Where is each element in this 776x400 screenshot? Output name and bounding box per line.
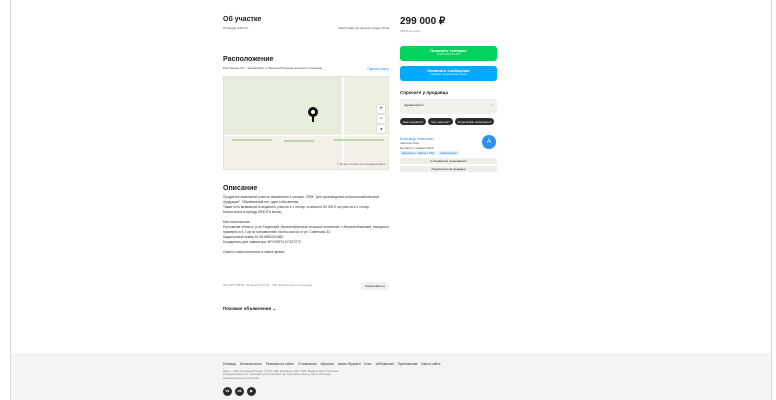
footer-link[interactable]: Помощь <box>223 362 236 366</box>
social-links: vk ok ▶ <box>223 387 256 396</box>
about-title: Об участке <box>223 16 262 23</box>
footer-link[interactable]: Реклама на сайте <box>266 362 294 366</box>
address-text: Ростовская обл., Тацинский р-н, Верхнеоб… <box>223 66 323 70</box>
ad-info: № 1239778879 · 25 августа 10:52 · 188 пр… <box>223 283 313 288</box>
page-frame <box>10 0 772 400</box>
map-field <box>224 76 341 134</box>
show-phone-button[interactable]: Показать телефон 8 9XX XXX-XX-XX <box>400 46 497 61</box>
footer-link[interactable]: Карта сайта <box>422 362 441 366</box>
distance-param: Расстояние до центра города: 33 км <box>338 26 389 30</box>
location-header: Ростовская обл., Тацинский р-н, Верхнеоб… <box>223 66 389 71</box>
subscribe-button[interactable]: Подписаться на продавца <box>400 166 497 172</box>
about-params: Площадь: 445 сот. Расстояние до центра г… <box>223 26 389 31</box>
quick-question-chip[interactable]: Когда можно посмотреть? <box>454 118 495 125</box>
seller-badge: Самозанятый <box>438 151 459 155</box>
youtube-icon[interactable]: ▶ <box>247 387 256 396</box>
footer-link[interactable]: #яПомогаю <box>376 362 394 366</box>
desc-paragraph: Осмотр самостоятельно в любое время. <box>223 249 286 254</box>
footer-link[interactable]: О компании <box>298 362 317 366</box>
seller-ads-button[interactable]: 4 объявления пользователя <box>400 158 497 164</box>
seller-badges: Документы · 2000 м + 5 Бо Самозанятый <box>400 151 498 155</box>
quick-questions: Ещё продаёте? Торг уместен? Когда можно … <box>400 118 498 125</box>
price: 299 000 ₽ <box>400 16 446 27</box>
map-greenery <box>284 139 314 142</box>
response-time: Отвечает за несколько часов <box>430 73 467 76</box>
map[interactable]: + − ◂ © Яндекс Условия использования Кар… <box>223 75 389 170</box>
map-greenery <box>334 138 384 141</box>
main-column: Об участке Площадь: 445 сот. Расстояние … <box>223 16 389 312</box>
clear-icon[interactable]: × <box>491 102 493 107</box>
desc-paragraph: Ростовская область, р-он Тацинский, Верх… <box>223 224 389 229</box>
footer: Помощь Безопасность Реклама на сайте О к… <box>11 353 771 400</box>
ask-input-text: Здравствуйте! <box>404 103 424 107</box>
footer-link[interactable]: Безопасность <box>240 362 262 366</box>
map-attribution[interactable]: © Яндекс Условия использования Карты <box>337 163 386 166</box>
map-road <box>342 76 344 169</box>
area-param: Площадь: 445 сот. <box>223 26 249 30</box>
map-pin-tail <box>312 115 314 122</box>
similar-ads-toggle[interactable]: Похожие объявления ⌄ <box>223 306 389 312</box>
zoom-in-button[interactable]: + <box>377 104 385 113</box>
desc-paragraph: Продаётся земельный участок назначения 4… <box>223 194 380 204</box>
locate-icon[interactable]: ◂ <box>377 124 385 133</box>
map-greenery <box>232 138 272 141</box>
about-section: Об участке Площадь: 445 сот. Расстояние … <box>223 16 389 56</box>
description-section: Описание Продаётся земельный участок наз… <box>223 185 389 255</box>
footer-link[interactable]: Приложение <box>398 362 418 366</box>
avatar[interactable]: А <box>482 135 496 149</box>
location-title: Расположение <box>223 56 274 63</box>
quick-question-chip[interactable]: Торг уместен? <box>428 118 453 125</box>
quick-question-chip[interactable]: Ещё продаёте? <box>400 118 427 125</box>
vk-icon[interactable]: vk <box>223 387 232 396</box>
footer-link[interactable]: Карьера <box>321 362 334 366</box>
complain-button[interactable]: Пожаловаться <box>360 281 389 290</box>
zoom-out-button[interactable]: − <box>377 114 385 123</box>
hide-map-link[interactable]: Скрыть карту <box>367 67 389 71</box>
description-title: Описание <box>223 184 258 192</box>
sidebar: 299 000 ₽ 759 ₽ за сотку Показать телефо… <box>400 16 497 172</box>
desc-paragraph: Также есть возможность выделить участок … <box>223 204 370 209</box>
seller-badge: Документы · 2000 м + 5 Бо <box>400 151 437 155</box>
price-per-unit: 759 ₽ за сотку <box>400 29 420 33</box>
footer-link[interactable]: Блог <box>364 362 371 366</box>
location-section: Расположение Ростовская обл., Тацинский … <box>223 56 389 170</box>
seller-card: Александр Евгеньевич Частное лицо На Ави… <box>400 135 498 155</box>
ok-icon[interactable]: ok <box>235 387 244 396</box>
ask-seller-input[interactable]: Здравствуйте! × <box>400 99 497 114</box>
write-message-button[interactable]: Написать сообщение Отвечает за несколько… <box>400 66 497 81</box>
ask-seller-title: Спросите у продавца <box>400 90 448 95</box>
footer-link[interactable]: Авито Журнал <box>338 362 361 366</box>
footer-links: Помощь Безопасность Реклама на сайте О к… <box>223 362 440 366</box>
map-road <box>224 134 388 136</box>
ad-meta: № 1239778879 · 25 августа 10:52 · 188 пр… <box>223 281 389 290</box>
footer-legal-text: Авито — сайт объявлений России. © ООО «К… <box>223 370 338 380</box>
phone-masked: 8 9XX XXX-XX-XX <box>437 53 460 56</box>
